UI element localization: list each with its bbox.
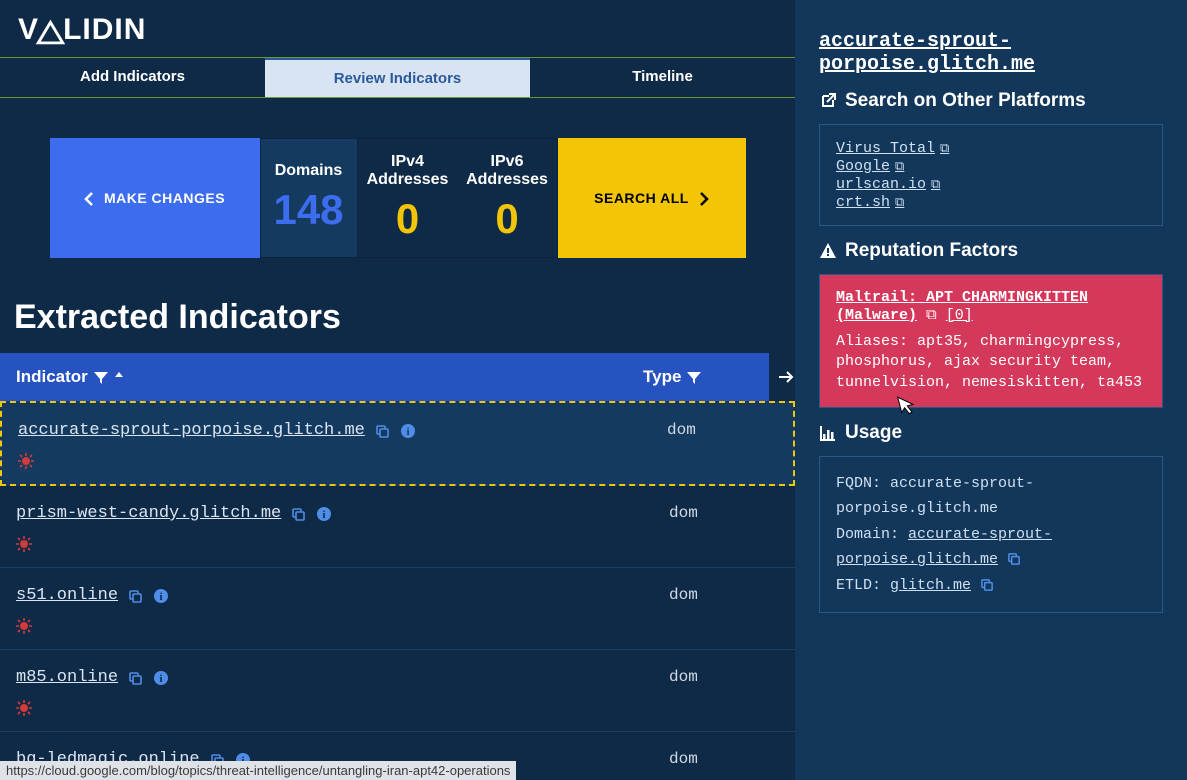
svg-text:i: i [160, 673, 163, 685]
platforms-box: Virus Total⧉ Google⧉ urlscan.io⧉ crt.sh⧉ [819, 124, 1163, 226]
col-indicator-label: Indicator [16, 367, 88, 387]
search-all-label: SEARCH ALL [594, 190, 689, 206]
info-icon[interactable]: i [153, 669, 169, 686]
table-row[interactable]: s51.online i dom [0, 568, 795, 650]
indicator-type: dom [669, 586, 779, 635]
indicator-type: dom [669, 750, 779, 769]
make-changes-button[interactable]: MAKE CHANGES [50, 138, 260, 258]
usage-fqdn-label: FQDN: [836, 475, 881, 492]
info-icon[interactable]: i [400, 422, 416, 439]
make-changes-label: MAKE CHANGES [104, 190, 225, 206]
app-logo: V△LIDIN [0, 0, 795, 57]
external-link-icon: ⧉ [895, 195, 904, 210]
stat-ipv6: IPv6 Addresses 0 [458, 138, 558, 258]
ipv6-label: IPv6 Addresses [466, 153, 548, 189]
usage-label: Usage [845, 422, 902, 444]
external-link-icon [819, 90, 837, 112]
malware-icon [16, 617, 669, 635]
table-row[interactable]: m85.online i dom [0, 650, 795, 732]
reputation-header: Reputation Factors [819, 240, 1163, 262]
ipv4-label: IPv4 Addresses [367, 153, 449, 189]
platform-link-google[interactable]: Google⧉ [836, 158, 904, 175]
external-link-icon: ⧉ [895, 159, 904, 174]
table-row[interactable]: accurate-sprout-porpoise.glitch.me i dom [0, 401, 795, 486]
domains-label: Domains [275, 162, 343, 180]
tab-timeline[interactable]: Timeline [530, 58, 795, 97]
copy-icon[interactable] [291, 505, 306, 522]
external-link-icon: ⧉ [926, 307, 937, 324]
indicator-type: dom [667, 421, 777, 470]
reputation-box: Maltrail: APT CHARMINGKITTEN (Malware) ⧉… [819, 274, 1163, 408]
svg-text:i: i [323, 509, 326, 521]
filter-icon [94, 367, 108, 387]
malware-icon [18, 452, 667, 470]
col-type[interactable]: Type [643, 367, 753, 387]
indicator-rows: accurate-sprout-porpoise.glitch.me i dom… [0, 401, 795, 780]
search-all-button[interactable]: SEARCH ALL [558, 138, 746, 258]
reputation-aliases: Aliases: apt35, charmingcypress, phospho… [836, 332, 1146, 393]
platform-link-virustotal[interactable]: Virus Total⧉ [836, 140, 949, 157]
ipv6-count: 0 [495, 195, 518, 243]
platform-link-crtsh[interactable]: crt.sh⧉ [836, 194, 904, 211]
reputation-count[interactable]: [0] [946, 307, 973, 324]
copy-icon[interactable] [1007, 551, 1021, 568]
malware-icon [16, 699, 669, 717]
copy-icon[interactable] [375, 422, 390, 439]
usage-domain-label: Domain: [836, 526, 899, 543]
col-indicator[interactable]: Indicator [16, 367, 643, 387]
indicator-type: dom [669, 668, 779, 717]
usage-box: FQDN: accurate-sprout-porpoise.glitch.me… [819, 456, 1163, 614]
indicator-link[interactable]: prism-west-candy.glitch.me [16, 504, 281, 523]
info-icon[interactable]: i [153, 587, 169, 604]
filter-icon [687, 367, 701, 387]
col-type-label: Type [643, 367, 681, 387]
copy-icon[interactable] [128, 669, 143, 686]
status-bar-url: https://cloud.google.com/blog/topics/thr… [0, 761, 516, 780]
ipv4-count: 0 [396, 195, 419, 243]
reputation-label: Reputation Factors [845, 240, 1018, 262]
chart-icon [819, 422, 837, 444]
extracted-indicators-title: Extracted Indicators [0, 288, 795, 353]
domains-count: 148 [273, 186, 343, 234]
tab-review-indicators[interactable]: Review Indicators [265, 58, 530, 97]
svg-text:i: i [406, 426, 409, 438]
stat-domains: Domains 148 [260, 138, 358, 258]
info-icon[interactable]: i [316, 505, 332, 522]
indicator-table-header: Indicator Type [0, 353, 769, 401]
indicator-link[interactable]: m85.online [16, 668, 118, 687]
main-tabs: Add Indicators Review Indicators Timelin… [0, 57, 795, 98]
usage-etld-label: ETLD: [836, 577, 881, 594]
copy-icon[interactable] [980, 577, 994, 594]
external-link-icon: ⧉ [931, 177, 940, 192]
copy-icon[interactable] [128, 587, 143, 604]
usage-header: Usage [819, 422, 1163, 444]
search-other-label: Search on Other Platforms [845, 90, 1086, 112]
stat-ipv4: IPv4 Addresses 0 [358, 138, 458, 258]
table-row[interactable]: prism-west-candy.glitch.me i dom [0, 486, 795, 568]
search-other-header: Search on Other Platforms [819, 90, 1163, 112]
indicator-link[interactable]: accurate-sprout-porpoise.glitch.me [18, 421, 365, 440]
usage-etld-link[interactable]: glitch.me [890, 577, 971, 594]
warning-icon [819, 240, 837, 262]
sort-icon [114, 367, 124, 387]
selected-indicator-title[interactable]: accurate-sprout-porpoise.glitch.me [819, 30, 1163, 76]
indicator-type: dom [669, 504, 779, 553]
tab-add-indicators[interactable]: Add Indicators [0, 58, 265, 97]
indicator-link[interactable]: s51.online [16, 586, 118, 605]
next-page-arrow[interactable] [777, 366, 795, 389]
platform-link-urlscan[interactable]: urlscan.io⧉ [836, 176, 940, 193]
svg-text:i: i [160, 591, 163, 603]
chevron-left-icon [84, 190, 94, 206]
malware-icon [16, 535, 669, 553]
external-link-icon: ⧉ [940, 141, 949, 156]
chevron-right-icon [699, 190, 709, 206]
